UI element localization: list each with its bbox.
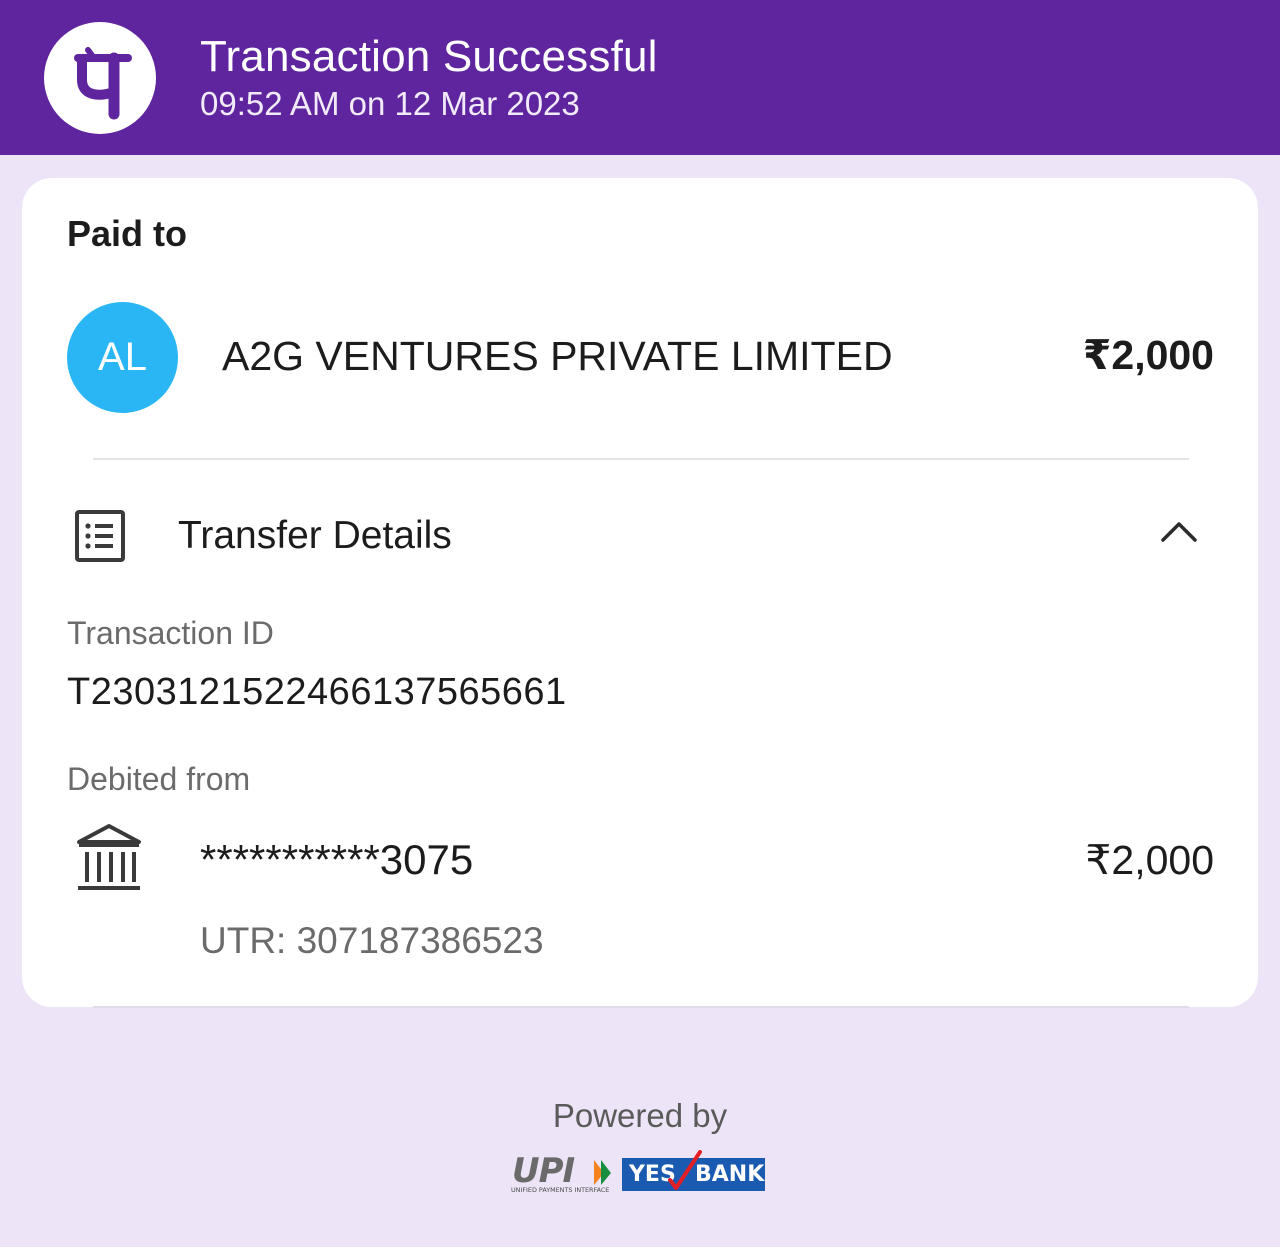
transaction-status-title: Transaction Successful — [200, 32, 658, 81]
divider — [93, 458, 1189, 460]
footer-divider — [93, 1006, 1189, 1008]
debit-amount: ₹2,000 — [1085, 837, 1214, 883]
debited-from-label: Debited from — [67, 761, 251, 797]
account-number: ***********3075 — [200, 836, 474, 883]
upi-logo: UPI UNIFIED PAYMENTS INTERFACE — [508, 1151, 614, 1199]
payee-name: A2G VENTURES PRIVATE LIMITED — [222, 333, 893, 379]
chevron-up-icon[interactable] — [1160, 519, 1198, 548]
utr-value: UTR: 307187386523 — [200, 920, 544, 961]
bank-icon — [74, 822, 144, 899]
paid-to-label: Paid to — [67, 213, 188, 254]
header-bar: Transaction Successful 09:52 AM on 12 Ma… — [0, 0, 1280, 155]
payee-amount: ₹2,000 — [1082, 332, 1214, 378]
transaction-id-label: Transaction ID — [67, 615, 274, 651]
transaction-id-value: T2303121522466137565661 — [67, 671, 567, 713]
phonepe-logo-icon — [44, 22, 156, 134]
transaction-card: Paid to AL A2G VENTURES PRIVATE LIMITED … — [22, 178, 1258, 1007]
receipt-list-icon — [74, 509, 126, 568]
yes-bank-logo: YES BANK — [622, 1150, 765, 1191]
transaction-datetime: 09:52 AM on 12 Mar 2023 — [200, 85, 580, 122]
upi-logo-subtext: UNIFIED PAYMENTS INTERFACE — [511, 1186, 609, 1194]
transfer-details-toggle[interactable]: Transfer Details — [178, 513, 452, 559]
payee-avatar: AL — [67, 302, 178, 413]
powered-by-label: Powered by — [552, 1097, 728, 1134]
